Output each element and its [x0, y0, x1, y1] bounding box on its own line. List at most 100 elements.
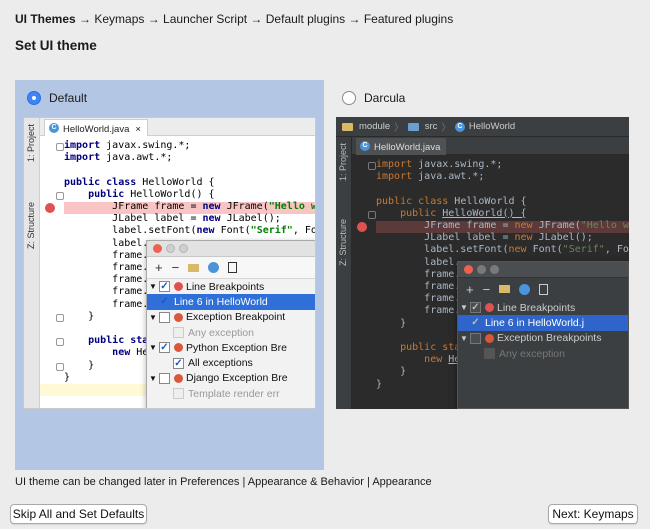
checkbox-unchecked[interactable] [484, 348, 495, 360]
editor-tabbar: C HelloWorld.java × [40, 118, 315, 136]
dialog-toolbar: + − [147, 257, 315, 279]
checkbox-checked[interactable]: ✓ [159, 296, 170, 307]
zoom-window-icon[interactable] [179, 244, 188, 253]
document-icon[interactable] [228, 262, 238, 273]
fold-marker-icon [56, 363, 64, 371]
add-icon[interactable]: + [466, 282, 474, 297]
fold-marker-icon [368, 211, 376, 219]
breakpoints-dialog[interactable]: + − ▼ ✓ Line Breakpoints ✓ Line 6 in Hel… [146, 240, 315, 408]
editor-tabbar: C HelloWorld.java [352, 137, 629, 155]
tree-item-line-6[interactable]: ✓ Line 6 in HelloWorld.j [458, 315, 628, 331]
expand-arrow-icon[interactable]: ▼ [147, 374, 159, 383]
tree-item-any-exception[interactable]: Any exception [147, 325, 315, 340]
editor-tab-label: HelloWorld.java [374, 142, 441, 153]
sidebar-structure-label: Z: Structure [26, 202, 36, 250]
dialog-toolbar: + − [458, 278, 628, 300]
next-keymaps-button[interactable]: Next: Keymaps [548, 504, 638, 524]
sidebar-project-label: 1: Project [338, 143, 348, 182]
fold-marker-icon [56, 192, 64, 200]
radio-darcula[interactable] [342, 91, 356, 105]
radio-darcula-row[interactable]: Darcula [342, 91, 405, 105]
default-theme-preview[interactable]: 1: Project Z: Structure C HelloWorld.jav… [23, 117, 316, 409]
class-icon: C [360, 141, 370, 151]
expand-arrow-icon[interactable]: ▼ [458, 303, 470, 312]
checkbox-unchecked[interactable] [470, 332, 481, 344]
checkbox-unchecked[interactable] [173, 388, 184, 400]
breadcrumb: UI Themes → Keymaps → Launcher Script → … [15, 12, 453, 26]
module-folder-icon [342, 122, 353, 131]
radio-default-label: Default [49, 91, 88, 105]
checkbox-checked[interactable]: ✓ [470, 302, 481, 314]
editor-tab: C HelloWorld.java [356, 138, 447, 155]
radio-default[interactable] [27, 91, 41, 105]
close-window-icon[interactable] [153, 244, 162, 253]
preview-sidebar: 1: Project Z: Structure [336, 137, 352, 409]
remove-icon[interactable]: − [172, 260, 180, 275]
tree-item-python-exception[interactable]: ▼ ✓ Python Exception Bre [147, 340, 315, 355]
radio-default-row[interactable]: Default [27, 91, 87, 105]
nav-module[interactable]: module [359, 121, 390, 132]
editor-tab-label: HelloWorld.java [63, 123, 130, 135]
checkbox-unchecked[interactable] [173, 327, 184, 339]
exception-breakpoint-icon [174, 312, 183, 322]
theme-option-darcula[interactable]: Darcula module 〉 src 〉 C HelloWorld 1: P… [330, 80, 635, 470]
page-title: Set UI theme [15, 38, 97, 53]
folder-icon[interactable] [499, 285, 511, 293]
exception-breakpoint-icon [174, 373, 183, 383]
nav-src[interactable]: src [425, 121, 438, 132]
source-folder-icon [407, 122, 419, 131]
tree-item-template-render[interactable]: Template render err [147, 386, 315, 401]
expand-arrow-icon[interactable]: ▼ [147, 343, 159, 352]
breakpoint-icon [174, 282, 183, 292]
tree-item-line-6[interactable]: ✓ Line 6 in HelloWorld [147, 294, 315, 310]
expand-arrow-icon[interactable]: ▼ [147, 282, 159, 291]
tree-item-any-exception[interactable]: Any exception [458, 346, 628, 361]
tree-item-line-breakpoints[interactable]: ▼ ✓ Line Breakpoints [147, 279, 315, 294]
folder-icon[interactable] [188, 263, 200, 272]
document-icon[interactable] [539, 283, 549, 295]
navigation-bar: module 〉 src 〉 C HelloWorld [336, 117, 629, 137]
minimize-window-icon[interactable] [477, 265, 486, 274]
checkbox-checked[interactable]: ✓ [173, 357, 184, 369]
preview-sidebar: 1: Project Z: Structure [24, 118, 40, 408]
checkbox-checked[interactable]: ✓ [159, 281, 170, 293]
class-filter-icon[interactable] [208, 262, 220, 273]
breakpoints-dialog[interactable]: + − ▼ ✓ Line Breakpoints ✓ Line 6 in Hel… [457, 261, 629, 409]
class-icon: C [49, 123, 59, 133]
class-icon: C [454, 121, 465, 132]
breadcrumb-current: UI Themes [15, 12, 76, 26]
tree-item-line-breakpoints[interactable]: ▼ ✓ Line Breakpoints [458, 300, 628, 315]
dialog-titlebar [147, 241, 315, 257]
nav-separator: 〉 [394, 122, 404, 134]
add-icon[interactable]: + [155, 260, 163, 275]
zoom-window-icon[interactable] [490, 265, 499, 274]
nav-class[interactable]: HelloWorld [469, 121, 515, 132]
tree-item-exception-breakpoints[interactable]: ▼ Exception Breakpoints [458, 331, 628, 346]
breakpoint-icon [357, 222, 367, 232]
expand-arrow-icon[interactable]: ▼ [458, 334, 470, 343]
tab-close-icon: × [135, 123, 141, 135]
skip-all-button[interactable]: Skip All and Set Defaults [10, 504, 147, 524]
class-filter-icon[interactable] [519, 283, 531, 295]
checkbox-unchecked[interactable] [159, 372, 170, 384]
sidebar-project-label: 1: Project [26, 124, 36, 163]
tree-item-django-exception[interactable]: ▼ Django Exception Bre [147, 371, 315, 386]
expand-arrow-icon[interactable]: ▼ [147, 313, 159, 322]
tree-item-exception-breakpoints[interactable]: ▼ Exception Breakpoint [147, 310, 315, 325]
checkbox-unchecked[interactable] [159, 311, 170, 323]
remove-icon[interactable]: − [483, 282, 491, 297]
checkbox-checked[interactable]: ✓ [470, 317, 481, 328]
fold-marker-icon [56, 143, 64, 151]
tree-item-all-exceptions[interactable]: ✓ All exceptions [147, 355, 315, 370]
close-window-icon[interactable] [464, 265, 473, 274]
darcula-theme-preview[interactable]: module 〉 src 〉 C HelloWorld 1: Project Z… [336, 117, 629, 409]
breakpoint-icon [45, 203, 55, 213]
theme-option-default[interactable]: Default 1: Project Z: Structure C HelloW… [15, 80, 324, 470]
sidebar-structure-label: Z: Structure [338, 219, 348, 267]
radio-darcula-label: Darcula [364, 91, 406, 105]
fold-marker-icon [56, 338, 64, 346]
breakpoint-icon [485, 303, 494, 313]
fold-marker-icon [56, 314, 64, 322]
minimize-window-icon[interactable] [166, 244, 175, 253]
checkbox-checked[interactable]: ✓ [159, 342, 170, 354]
